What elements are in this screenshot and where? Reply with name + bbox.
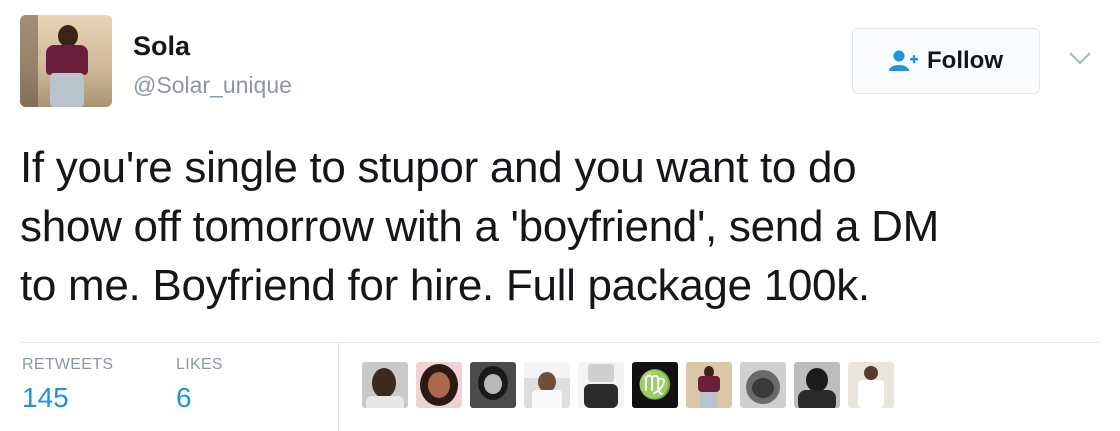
liker-avatar[interactable] bbox=[416, 362, 462, 408]
liker-avatar[interactable]: ♍ bbox=[632, 362, 678, 408]
stats-divider bbox=[20, 342, 1100, 343]
tweet-text-line: If you're single to stupor and you want … bbox=[20, 143, 857, 192]
liker-avatar[interactable] bbox=[524, 362, 570, 408]
user-handle[interactable]: @Solar_unique bbox=[133, 72, 292, 99]
tweet-text-line: to me. Boyfriend for hire. Full package … bbox=[20, 261, 870, 310]
tweet-text-line: show off tomorrow with a 'boyfriend', se… bbox=[20, 202, 939, 251]
retweets-stat[interactable]: RETWEETS 145 bbox=[22, 356, 113, 414]
avatar[interactable] bbox=[20, 15, 112, 107]
virgo-sign-icon: ♍ bbox=[638, 368, 673, 401]
liker-avatar[interactable] bbox=[578, 362, 624, 408]
follow-label: Follow bbox=[927, 47, 1003, 74]
likes-count: 6 bbox=[176, 382, 192, 413]
liker-avatar[interactable] bbox=[848, 362, 894, 408]
tweet-text: If you're single to stupor and you want … bbox=[20, 138, 1110, 315]
liker-avatar[interactable] bbox=[740, 362, 786, 408]
likes-stat[interactable]: LIKES 6 bbox=[176, 356, 223, 414]
tweet-card: Sola @Solar_unique Follow If you're sing… bbox=[0, 0, 1120, 431]
likes-label: LIKES bbox=[176, 356, 223, 373]
user-name[interactable]: Sola bbox=[133, 31, 190, 62]
stats-vertical-divider bbox=[338, 343, 339, 431]
retweets-count: 145 bbox=[22, 382, 69, 413]
follow-button[interactable]: Follow bbox=[852, 28, 1040, 94]
chevron-down-icon[interactable] bbox=[1066, 48, 1094, 68]
svg-text:♍: ♍ bbox=[638, 368, 673, 401]
liker-avatar[interactable] bbox=[470, 362, 516, 408]
add-user-icon bbox=[889, 50, 918, 71]
liker-avatar[interactable] bbox=[794, 362, 840, 408]
retweets-label: RETWEETS bbox=[22, 356, 114, 373]
liker-avatar[interactable] bbox=[362, 362, 408, 408]
liker-avatar[interactable] bbox=[686, 362, 732, 408]
